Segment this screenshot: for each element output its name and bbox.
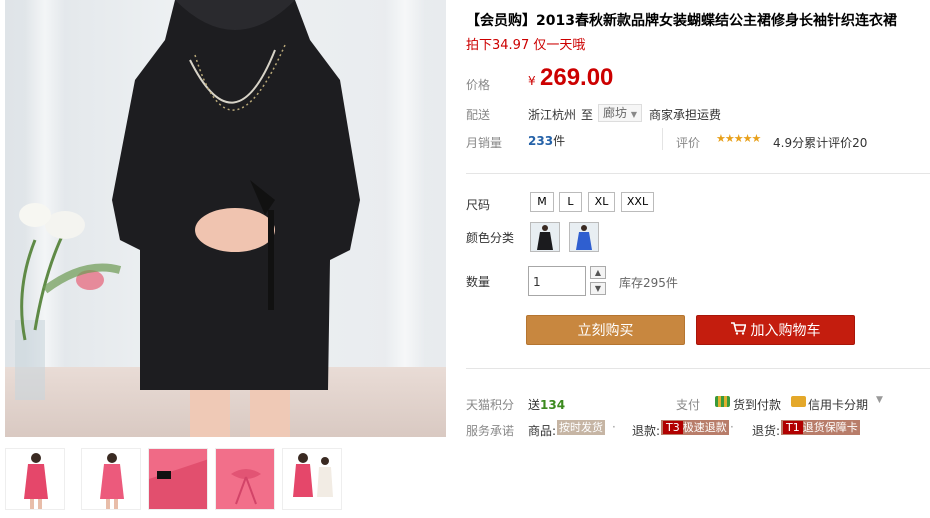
curtain-decoration (385, 0, 425, 377)
destination-dropdown[interactable]: 廊坊 ▼ (598, 104, 642, 122)
points-prefix: 送 (528, 398, 541, 412)
monthly-sales-label: 月销量 (466, 136, 503, 150)
credit-card-icon (791, 396, 806, 407)
shipping-label: 配送 (466, 108, 491, 122)
product-title: 【会员购】2013春秋新款品牌女装蝴蝶结公主裙修身长袖针织连衣裙 (466, 13, 897, 29)
service-refund-text: 极速退款 (682, 421, 727, 434)
return-badge: T1 (783, 421, 803, 434)
size-option-l[interactable]: L (559, 192, 582, 212)
service-refund-prefix: 退款: (632, 424, 661, 438)
black-dress-icon (531, 223, 559, 251)
service-goods-text: 按时发货 (559, 421, 603, 434)
rating-text[interactable]: 4.9分累计评价20 (773, 134, 867, 151)
model-photo (112, 0, 360, 437)
shipping-note: 商家承担运费 (649, 108, 722, 122)
separator-dot: · (612, 420, 616, 434)
size-label: 尺码 (466, 198, 491, 212)
stock-text: 库存295件 (619, 276, 678, 290)
quantity-label: 数量 (466, 275, 491, 289)
cod-icon (715, 396, 730, 407)
thumbnail-strip (5, 448, 446, 512)
cod-text[interactable]: 货到付款 (733, 396, 781, 413)
size-option-xl[interactable]: XL (588, 192, 615, 212)
color-label: 颜色分类 (466, 231, 515, 245)
size-option-xxl[interactable]: XXL (621, 192, 654, 212)
buy-now-button[interactable]: 立刻购买 (526, 315, 685, 345)
size-option-m[interactable]: M (530, 192, 554, 212)
points-label: 天猫积分 (466, 398, 515, 412)
service-return-tag[interactable]: T1 退货保障卡 (781, 420, 860, 435)
quantity-increase-icon[interactable]: ▲ (590, 266, 606, 279)
thumbnail-3[interactable] (148, 448, 208, 510)
sales-count-value: 233 (528, 134, 554, 148)
divider (662, 128, 663, 150)
thumbnail-2[interactable] (81, 448, 141, 510)
points-value: 送134 (528, 396, 565, 413)
points-number: 134 (540, 398, 566, 412)
payment-label: 支付 (676, 398, 701, 412)
currency-symbol: ¥ (528, 74, 536, 88)
cart-icon (730, 316, 747, 346)
main-product-image (5, 0, 446, 437)
service-return-text: 退货保障卡 (802, 421, 858, 434)
service-refund-tag[interactable]: T3 极速退款 (661, 420, 729, 435)
chevron-down-icon[interactable]: ▼ (876, 395, 883, 405)
rating-label: 评价 (676, 136, 701, 150)
thumbnail-5[interactable] (282, 448, 342, 510)
add-to-cart-label: 加入购物车 (750, 323, 821, 339)
price-label: 价格 (466, 78, 491, 92)
price-value: 269.00 (540, 64, 614, 91)
add-to-cart-button[interactable]: 加入购物车 (696, 315, 855, 345)
divider (466, 173, 930, 174)
destination-value: 廊坊 (603, 106, 628, 120)
service-goods-tag[interactable]: 按时发货 (557, 420, 605, 435)
shipping-origin: 浙江杭州 (528, 108, 577, 122)
rating-stars-icon: ★★★★★ (716, 132, 761, 145)
monthly-sales-count: 233件 (528, 132, 565, 149)
quantity-decrease-icon[interactable]: ▼ (590, 282, 606, 295)
thumbnail-1[interactable] (5, 448, 65, 510)
sales-unit: 件 (553, 134, 566, 148)
chevron-down-icon: ▼ (630, 110, 637, 119)
divider (466, 368, 930, 369)
refund-badge: T3 (663, 421, 683, 434)
thumbnail-4[interactable] (215, 448, 275, 510)
color-swatch-blue[interactable] (569, 222, 599, 252)
promo-text: 拍下34.97 仅一天哦 (466, 38, 586, 53)
shipping-to: 至 (581, 108, 594, 122)
separator-dot: · (730, 420, 734, 434)
color-swatch-black[interactable] (530, 222, 560, 252)
service-return-prefix: 退货: (752, 424, 781, 438)
service-label: 服务承诺 (466, 424, 515, 438)
quantity-input[interactable]: 1 (528, 266, 586, 296)
service-goods-prefix: 商品: (528, 424, 557, 438)
blue-dress-icon (570, 223, 598, 251)
installment-text[interactable]: 信用卡分期 (808, 396, 868, 413)
